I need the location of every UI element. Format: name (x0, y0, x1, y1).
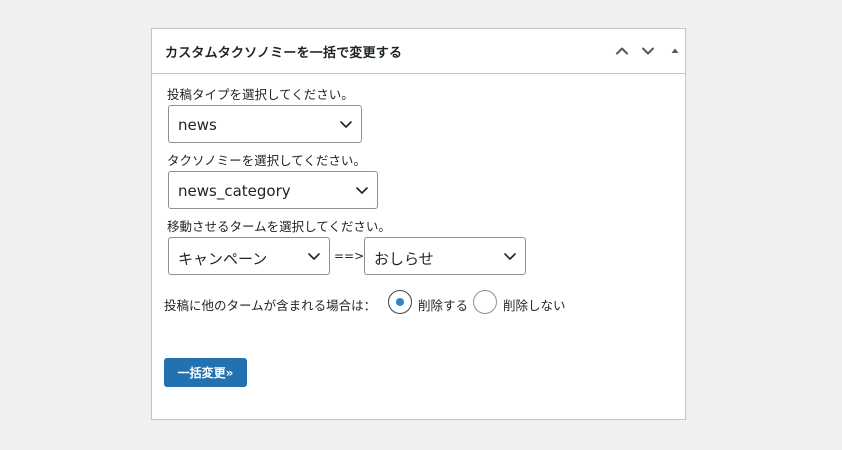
to-term-value: おしらせ (374, 250, 434, 268)
taxonomy-select[interactable]: news_category (168, 171, 378, 209)
chevron-down-icon (356, 187, 368, 194)
panel-header: カスタムタクソノミーを一括で変更する (152, 29, 685, 74)
move-terms-label: 移動させるタームを選択してください。 (167, 219, 391, 234)
chevron-down-icon (504, 253, 516, 260)
taxonomy-value: news_category (178, 182, 291, 200)
chevron-up-icon[interactable] (612, 41, 632, 61)
from-term-value: キャンペーン (178, 250, 268, 268)
other-terms-question: 投稿に他のタームが含まれる場合は： (164, 298, 377, 313)
post-type-label: 投稿タイプを選択してください。 (167, 87, 354, 102)
from-term-select[interactable]: キャンペーン (168, 237, 330, 275)
panel-body: 投稿タイプを選択してください。 news タクソノミーを選択してください。 ne… (152, 74, 685, 419)
post-type-select[interactable]: news (168, 105, 362, 143)
chevron-down-icon (308, 253, 320, 260)
delete-radio[interactable] (388, 290, 412, 314)
move-arrow: ==> (334, 249, 365, 263)
taxonomy-label: タクソノミーを選択してください。 (167, 153, 366, 168)
post-type-value: news (178, 116, 217, 134)
to-term-select[interactable]: おしらせ (364, 237, 526, 275)
triangle-up-icon[interactable] (665, 41, 685, 61)
keep-radio[interactable] (473, 290, 497, 314)
bulk-change-button[interactable]: 一括変更» (164, 358, 247, 387)
delete-radio-label[interactable]: 削除する (418, 295, 468, 314)
panel-title: カスタムタクソノミーを一括で変更する (165, 46, 403, 61)
keep-radio-label[interactable]: 削除しない (503, 295, 566, 314)
chevron-down-icon[interactable] (638, 41, 658, 61)
bulk-taxonomy-panel: カスタムタクソノミーを一括で変更する 投稿タイプを選択してください。 news (151, 28, 686, 420)
chevron-down-icon (340, 121, 352, 128)
